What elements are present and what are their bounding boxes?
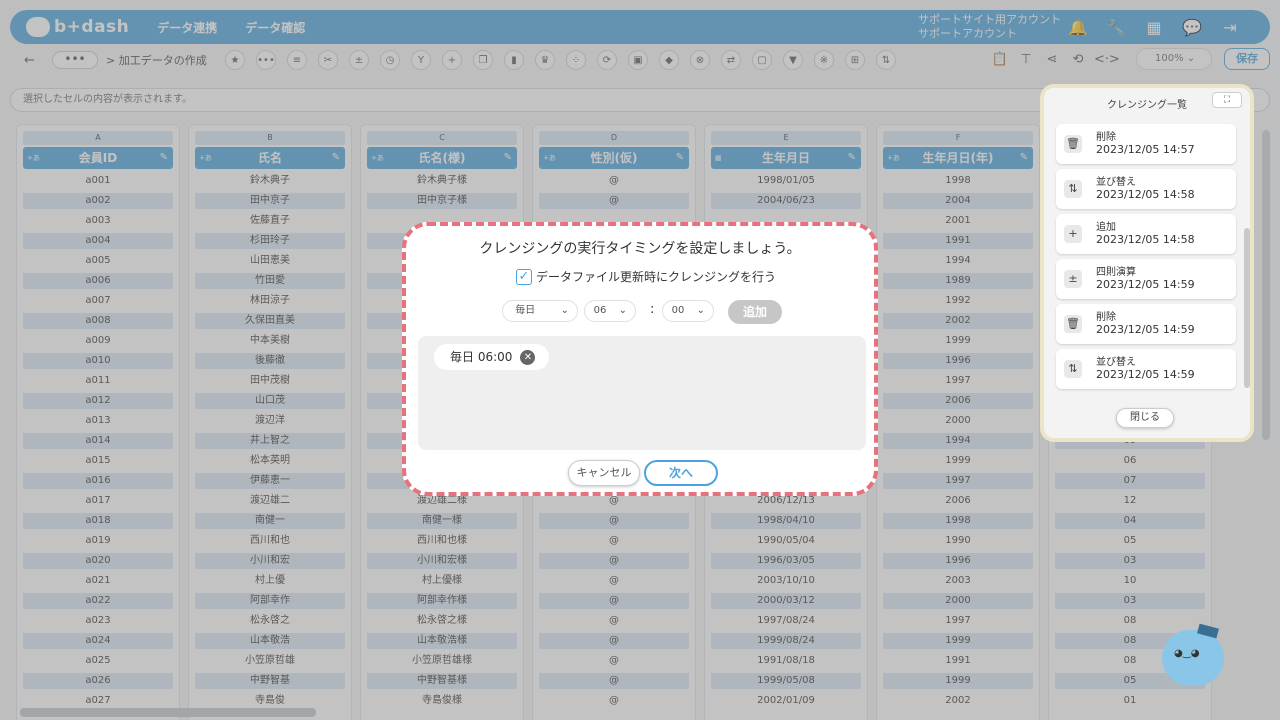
time-colon: : [650, 302, 655, 317]
item-name: 削除 [1096, 312, 1116, 323]
trash-icon: 🗑 [1064, 135, 1082, 153]
chevron-down-icon: ⌄ [560, 305, 569, 316]
add-timing-button[interactable]: 追加 [728, 300, 782, 324]
item-timestamp: 2023/12/05 14:59 [1096, 278, 1195, 291]
checkbox-checked-icon[interactable]: ✓ [516, 268, 532, 285]
cleansing-list-item[interactable]: 🗑 削除 2023/12/05 14:59 [1056, 304, 1236, 344]
mascot-helper-icon[interactable]: ◕‿◕ [1162, 623, 1224, 686]
chevron-down-icon: ⌄ [618, 305, 627, 316]
cleansing-list-item[interactable]: 🗑 削除 2023/12/05 14:57 [1056, 124, 1236, 164]
sort-icon: ⇅ [1064, 180, 1082, 198]
plus-icon: + [1064, 225, 1082, 243]
cleansing-list-item[interactable]: ⇅ 並び替え 2023/12/05 14:58 [1056, 169, 1236, 209]
cleansing-list-item[interactable]: ⇅ 並び替え 2023/12/05 14:59 [1056, 349, 1236, 389]
mascot-face-icon: ◕‿◕ [1174, 648, 1200, 659]
item-name: 追加 [1096, 222, 1116, 233]
frequency-value: 毎日 [515, 305, 536, 316]
timing-modal: クレンジングの実行タイミングを設定しましょう。 ✓ データファイル更新時にクレン… [402, 222, 878, 496]
item-name: 削除 [1096, 132, 1116, 143]
item-timestamp: 2023/12/05 14:58 [1096, 233, 1195, 246]
item-timestamp: 2023/12/05 14:59 [1096, 323, 1195, 336]
calc-icon: ± [1064, 270, 1082, 288]
item-name: 四則演算 [1096, 267, 1136, 278]
panel-scrollbar[interactable] [1244, 228, 1250, 388]
cleansing-list-item[interactable]: + 追加 2023/12/05 14:58 [1056, 214, 1236, 254]
hour-value: 06 [593, 305, 607, 316]
minute-value: 00 [671, 305, 685, 316]
item-timestamp: 2023/12/05 14:57 [1096, 143, 1195, 156]
update-checkbox-row[interactable]: ✓ データファイル更新時にクレンジングを行う [516, 268, 776, 285]
frequency-select[interactable]: 毎日 ⌄ [502, 300, 578, 322]
remove-chip-icon[interactable]: ✕ [520, 349, 536, 365]
cancel-button[interactable]: キャンセル [568, 460, 640, 486]
item-name: 並び替え [1096, 177, 1136, 188]
fullscreen-icon[interactable]: ⛶ [1212, 92, 1242, 108]
sort-icon: ⇅ [1064, 360, 1082, 378]
timing-chip: 毎日 06:00 ✕ [434, 344, 550, 370]
trash-icon: 🗑 [1064, 315, 1082, 333]
minute-select[interactable]: 00 ⌄ [662, 300, 714, 322]
panel-close-button[interactable]: 閉じる [1116, 408, 1174, 428]
modal-title: クレンジングの実行タイミングを設定しましょう。 [479, 241, 801, 257]
cleansing-list: 🗑 削除 2023/12/05 14:57 ⇅ 並び替え 2023/12/05 14:58… [1056, 124, 1236, 396]
hour-select[interactable]: 06 ⌄ [584, 300, 636, 322]
item-timestamp: 2023/12/05 14:58 [1096, 188, 1195, 201]
chevron-down-icon: ⌄ [696, 305, 705, 316]
timing-chip-area: 毎日 06:00 ✕ [418, 336, 866, 450]
checkbox-label: データファイル更新時にクレンジングを行う [536, 270, 777, 284]
next-button[interactable]: 次へ [644, 460, 718, 486]
item-name: 並び替え [1096, 357, 1136, 368]
item-timestamp: 2023/12/05 14:59 [1096, 368, 1195, 381]
cleansing-list-panel: クレンジング一覧 ⛶ 🗑 削除 2023/12/05 14:57 ⇅ 並び替え 2023/… [1040, 84, 1254, 442]
cleansing-list-item[interactable]: ± 四則演算 2023/12/05 14:59 [1056, 259, 1236, 299]
timing-chip-label: 毎日 06:00 [450, 350, 513, 364]
